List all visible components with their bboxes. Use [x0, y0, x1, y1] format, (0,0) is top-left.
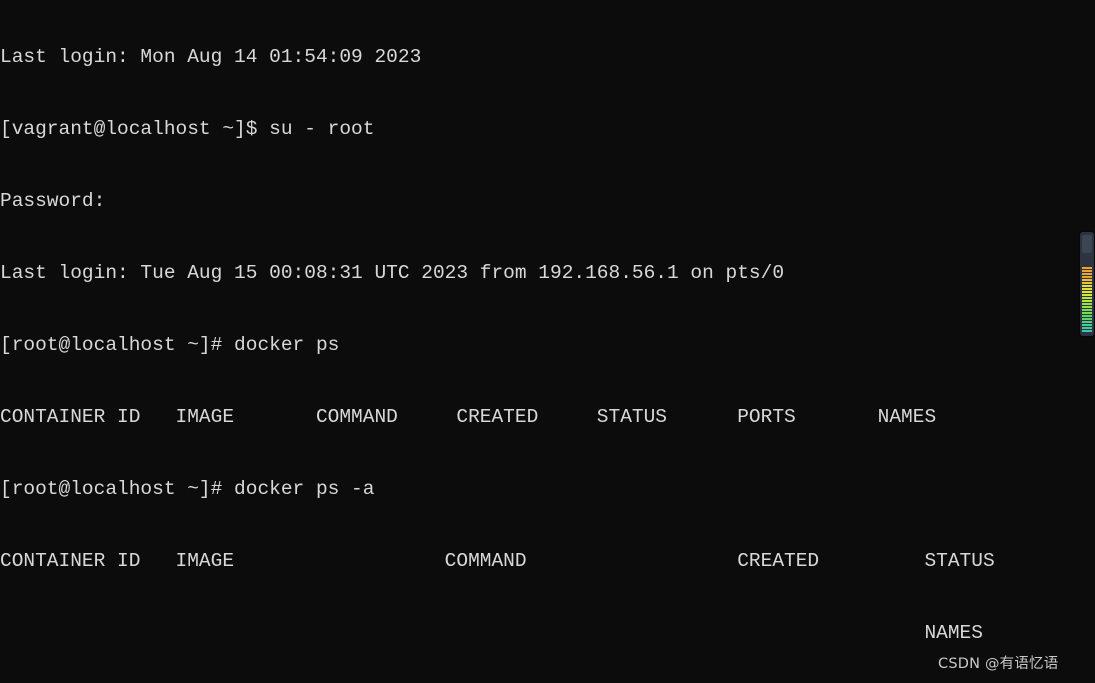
terminal-line: Password:	[0, 190, 106, 212]
terminal-line: Last login: Mon Aug 14 01:54:09 2023	[0, 46, 422, 68]
terminal-line: [root@localhost ~]# docker ps -a	[0, 478, 375, 500]
terminal-screen[interactable]: Last login: Mon Aug 14 01:54:09 2023 [va…	[0, 0, 1095, 683]
terminal-line: CONTAINER ID IMAGE COMMAND CREATED STATU…	[0, 406, 937, 428]
vu-meter-track	[1082, 235, 1092, 253]
terminal-window[interactable]: Last login: Mon Aug 14 01:54:09 2023 [va…	[0, 0, 1095, 683]
terminal-line: [vagrant@localhost ~]$ su - root	[0, 118, 375, 140]
csdn-watermark: CSDN @有语忆语	[938, 656, 1059, 672]
terminal-line: CONTAINER ID IMAGE COMMAND CREATED STATU…	[0, 550, 995, 572]
terminal-line: [root@localhost ~]# docker ps	[0, 334, 340, 356]
vu-meter-indicator[interactable]	[1080, 232, 1094, 336]
terminal-line: NAMES	[0, 622, 983, 644]
vu-meter-bars	[1082, 256, 1092, 332]
terminal-line: Last login: Tue Aug 15 00:08:31 UTC 2023…	[0, 262, 785, 284]
